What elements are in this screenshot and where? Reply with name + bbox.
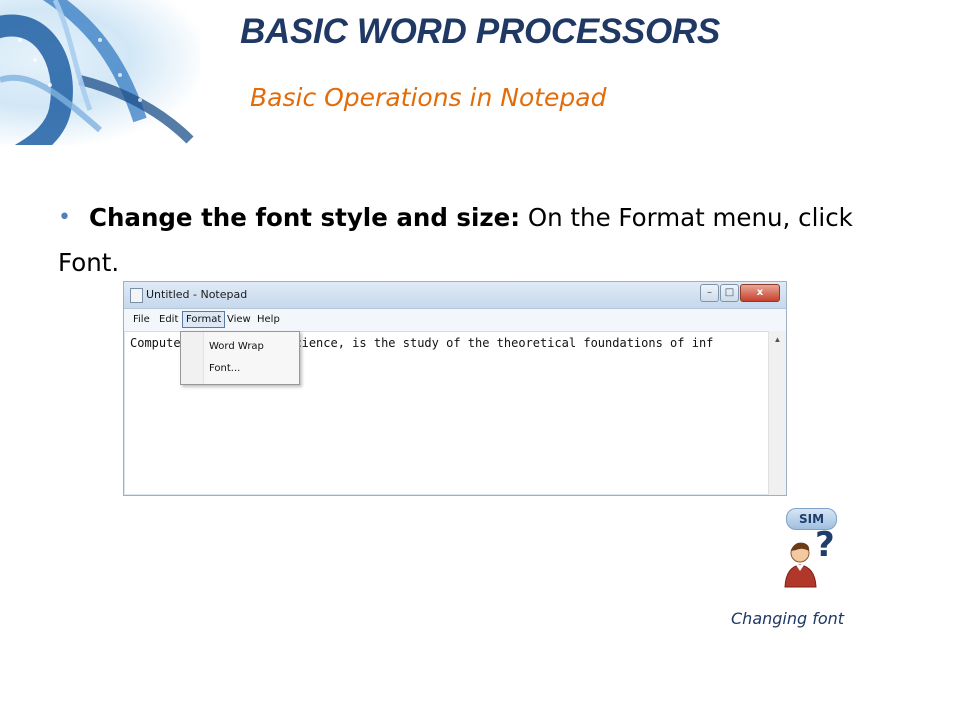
bullet-bold-text: Change the font style and size: bbox=[88, 203, 521, 232]
menu-icon-column bbox=[181, 332, 204, 384]
scroll-up-icon[interactable]: ▲ bbox=[769, 331, 786, 348]
menu-view[interactable]: View bbox=[227, 314, 251, 325]
slide-subtitle: Basic Operations in Notepad bbox=[250, 83, 607, 112]
person-icon bbox=[784, 542, 817, 588]
window-controls: – □ x bbox=[699, 284, 780, 302]
menu-help[interactable]: Help bbox=[257, 314, 280, 325]
menu-edit[interactable]: Edit bbox=[159, 314, 178, 325]
minimize-button[interactable]: – bbox=[700, 284, 719, 302]
close-button[interactable]: x bbox=[740, 284, 780, 302]
notepad-menubar: File Edit Format View Help bbox=[124, 309, 786, 332]
notepad-text-start: Compute bbox=[130, 336, 181, 350]
vertical-scrollbar[interactable] bbox=[768, 331, 786, 495]
maximize-button[interactable]: □ bbox=[720, 284, 739, 302]
notepad-window: Untitled - Notepad – □ x File Edit Forma… bbox=[123, 281, 787, 496]
menu-item-word-wrap[interactable]: Word Wrap bbox=[209, 341, 264, 352]
notepad-window-title: Untitled - Notepad bbox=[146, 288, 248, 301]
notepad-text-end: puting science, is the study of the theo… bbox=[236, 336, 714, 350]
sim-icon[interactable]: SIM ? bbox=[782, 505, 840, 589]
simulation-caption: Changing font bbox=[731, 609, 845, 628]
notepad-titlebar[interactable]: Untitled - Notepad – □ x bbox=[124, 282, 786, 309]
slide-title: BASIC WORD PROCESSORS bbox=[240, 12, 720, 51]
notepad-app-icon bbox=[130, 288, 143, 303]
format-menu-dropdown: Word Wrap Font... bbox=[180, 331, 300, 385]
bullet-item: • Change the font style and size: On the … bbox=[58, 196, 918, 284]
menu-format[interactable]: Format bbox=[182, 311, 226, 328]
bullet-icon: • bbox=[58, 205, 71, 230]
menu-item-font[interactable]: Font... bbox=[209, 363, 240, 374]
menu-file[interactable]: File bbox=[133, 314, 150, 325]
